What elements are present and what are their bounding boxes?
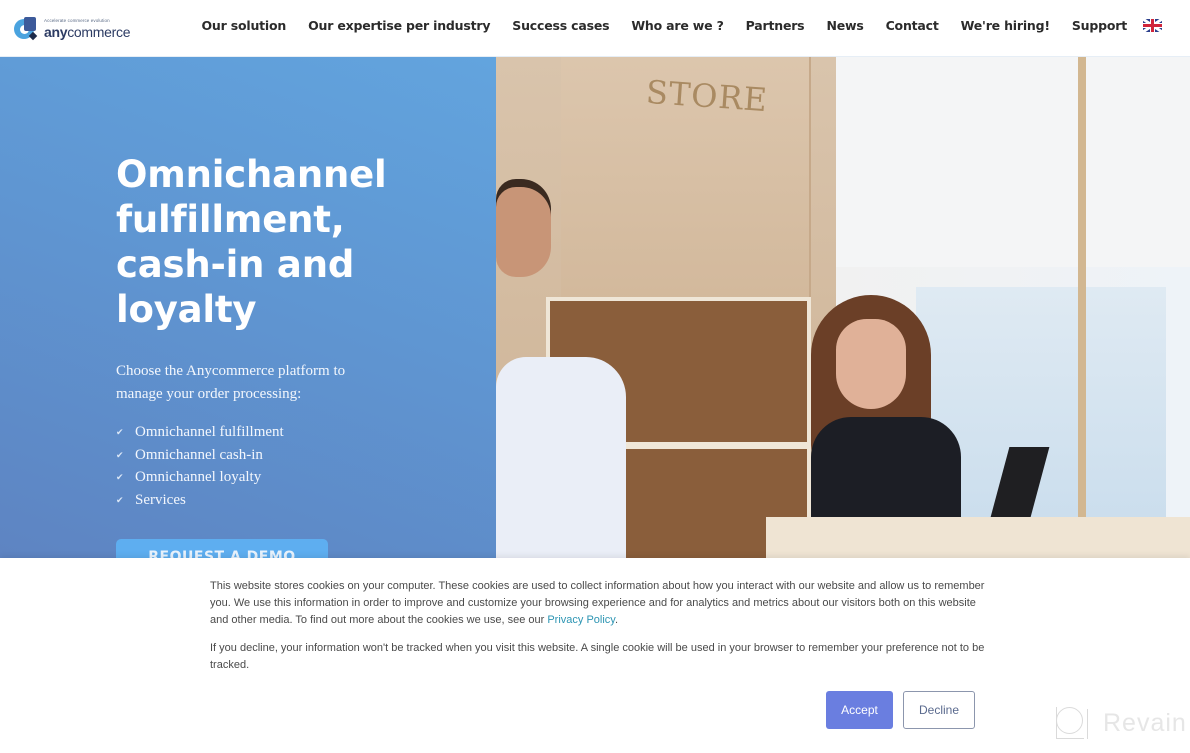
feature-list: ✔ Omnichannel fulfillment ✔ Omnichannel ca… xyxy=(116,421,284,512)
photo-ceiling xyxy=(836,57,1190,267)
feature-label: Omnichannel cash-in xyxy=(135,446,263,463)
logo-name-regular: commerce xyxy=(67,23,131,40)
nav-hiring[interactable]: We're hiring! xyxy=(961,18,1050,33)
nav-our-solution[interactable]: Our solution xyxy=(201,18,286,33)
logo-name-bold: any xyxy=(44,23,68,40)
hero-store-photo: STORE xyxy=(496,57,1190,558)
logo-text: Accelerate commerce evolution anycommerc… xyxy=(44,19,130,39)
cookie-decline-text: If you decline, your information won't b… xyxy=(210,642,985,671)
nav-contact[interactable]: Contact xyxy=(886,18,939,33)
nav-support[interactable]: Support xyxy=(1072,18,1127,33)
site-header: Accelerate commerce evolution anycommerc… xyxy=(0,0,1190,57)
hero-subtitle: Choose the Anycommerce platform to manag… xyxy=(116,363,346,402)
feature-label: Omnichannel fulfillment xyxy=(135,423,284,440)
photo-pole xyxy=(1078,57,1086,537)
logo-name: anycommerce xyxy=(44,25,130,39)
feature-label: Omnichannel loyalty xyxy=(135,469,262,486)
check-icon: ✔ xyxy=(116,426,124,437)
photo-woman-face xyxy=(836,319,906,409)
anycommerce-logo[interactable]: Accelerate commerce evolution anycommerc… xyxy=(14,15,139,43)
uk-flag-icon[interactable] xyxy=(1143,19,1162,32)
main-nav: Our solution Our expertise per industry … xyxy=(201,18,1162,33)
photo-counter xyxy=(766,517,1190,558)
cookie-notice-period: . xyxy=(615,614,619,626)
nav-success-cases[interactable]: Success cases xyxy=(512,18,609,33)
feature-item: ✔ Services xyxy=(116,489,284,512)
cookie-banner: This website stores cookies on your comp… xyxy=(0,558,1190,753)
logo-mark-icon xyxy=(14,17,38,41)
feature-label: Services xyxy=(135,491,186,508)
check-icon: ✔ xyxy=(116,494,124,505)
photo-man-head xyxy=(496,187,551,277)
nav-expertise-per-industry[interactable]: Our expertise per industry xyxy=(308,18,490,33)
cookie-notice-text: This website stores cookies on your comp… xyxy=(210,578,985,629)
nav-news[interactable]: News xyxy=(826,18,863,33)
check-icon: ✔ xyxy=(116,472,124,483)
hero-title: Omnichannel fulfillment, cash-in and loy… xyxy=(116,153,387,331)
feature-item: ✔ Omnichannel cash-in xyxy=(116,444,284,467)
revain-watermark-text: Revain xyxy=(1103,708,1187,737)
privacy-policy-link[interactable]: Privacy Policy xyxy=(547,614,615,626)
photo-man-shirt xyxy=(496,357,626,558)
revain-logo-icon xyxy=(1056,707,1088,739)
hero-panel: Omnichannel fulfillment, cash-in and loy… xyxy=(0,57,496,579)
feature-item: ✔ Omnichannel fulfillment xyxy=(116,421,284,444)
nav-partners[interactable]: Partners xyxy=(746,18,805,33)
decline-cookies-button[interactable]: Decline xyxy=(903,691,975,729)
revain-watermark: Revain xyxy=(1056,707,1187,739)
accept-cookies-button[interactable]: Accept xyxy=(826,691,893,729)
check-icon: ✔ xyxy=(116,449,124,460)
nav-who-are-we[interactable]: Who are we ? xyxy=(631,18,723,33)
feature-item: ✔ Omnichannel loyalty xyxy=(116,466,284,489)
